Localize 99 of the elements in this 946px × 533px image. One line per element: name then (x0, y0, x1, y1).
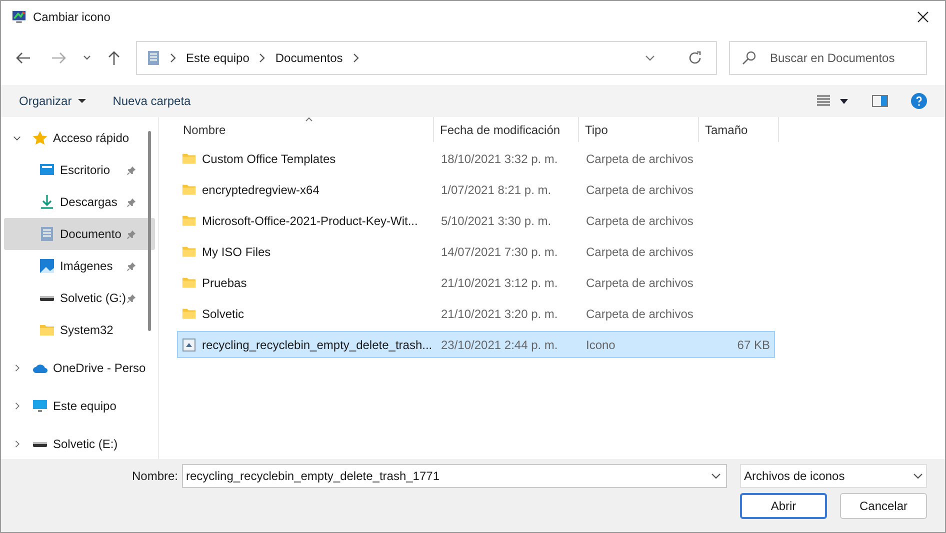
column-header[interactable]: Tipo (579, 117, 699, 142)
date-modified: 5/10/2021 3:30 p. m. (441, 214, 552, 228)
file-row[interactable]: recycling_recyclebin_empty_delete_trash... 23/10/2021 2:44 p. m. Icono 67 KB (177, 331, 775, 358)
file-type: Carpeta de archivos (586, 276, 694, 290)
search-field[interactable]: Buscar en Documentos (729, 41, 927, 75)
date-modified: 1/07/2021 8:21 p. m. (441, 182, 552, 196)
refresh-icon[interactable] (688, 51, 702, 65)
folder-icon (181, 151, 197, 166)
nav-item[interactable]: Documento (4, 218, 155, 250)
organize-button[interactable]: Organizar (19, 92, 86, 110)
file-type-dropdown[interactable]: Archivos de iconos (740, 464, 927, 488)
nav-label: Solvetic (E:) (53, 436, 118, 453)
up-arrow-icon[interactable] (107, 50, 121, 66)
folder-icon (181, 306, 197, 321)
nav-item[interactable]: Acceso rápido (4, 122, 155, 154)
document-icon (39, 226, 55, 242)
file-type: Carpeta de archivos (586, 244, 694, 258)
preview-pane-icon[interactable] (872, 95, 888, 107)
nav-item[interactable]: Solvetic (E:) (4, 428, 155, 459)
file-row[interactable]: Custom Office Templates 18/10/2021 3:32 p. m. Carpeta de archivos (177, 145, 775, 172)
nav-label: System32 (60, 322, 114, 339)
star-icon (32, 130, 48, 146)
file-name: Custom Office Templates (202, 150, 336, 168)
nav-label: Documento (60, 226, 122, 243)
chevron-right-icon (169, 53, 177, 63)
file-name: encryptedregview-x64 (202, 182, 320, 198)
monitor-icon (32, 398, 48, 414)
file-name: recycling_recyclebin_empty_delete_trash... (202, 336, 432, 354)
nav-item[interactable]: Este equipo (4, 390, 155, 422)
scrollbar-thumb[interactable] (148, 131, 151, 331)
nav-item[interactable]: System32 (4, 314, 155, 346)
folder-icon (39, 322, 55, 338)
file-row[interactable]: My ISO Files 14/07/2021 7:30 p. m. Carpeta de archivos (177, 238, 775, 265)
file-row[interactable]: Solvetic 21/10/2021 3:20 p. m. Carpeta de archivos (177, 300, 775, 327)
file-name: My ISO Files (202, 244, 271, 260)
file-name: Microsoft-Office-2021-Product-Key-Wit... (202, 212, 418, 230)
list-view-icon[interactable] (817, 95, 830, 107)
breadcrumb-item[interactable]: Este equipo (186, 49, 250, 67)
file-row[interactable]: Pruebas 21/10/2021 3:12 p. m. Carpeta de archivos (177, 269, 775, 296)
chevron-right-icon (258, 53, 266, 63)
nav-item[interactable]: OneDrive - Perso (4, 352, 155, 384)
file-type: Carpeta de archivos (586, 182, 694, 196)
folder-icon (181, 213, 197, 228)
date-modified: 21/10/2021 3:12 p. m. (441, 276, 558, 290)
chevron-down-icon[interactable] (711, 473, 722, 479)
date-modified: 14/07/2021 7:30 p. m. (441, 244, 558, 258)
date-modified: 18/10/2021 3:32 p. m. (441, 152, 558, 166)
file-row[interactable]: encryptedregview-x64 1/07/2021 8:21 p. m. Carpeta de archivos (177, 176, 775, 203)
screen-icon (39, 162, 55, 178)
file-name: Solvetic (202, 306, 244, 322)
breadcrumb-item[interactable]: Documentos (275, 49, 343, 67)
window-title: Cambiar icono (33, 9, 110, 26)
monitor-icon (11, 10, 27, 24)
column-header[interactable]: Fecha de modificación (434, 117, 579, 142)
date-modified: 23/10/2021 2:44 p. m. (441, 338, 558, 352)
date-modified: 21/10/2021 3:20 p. m. (441, 306, 558, 320)
nav-item[interactable]: Imágenes (4, 250, 155, 282)
file-name-field[interactable]: recycling_recyclebin_empty_delete_trash_1771 (182, 464, 728, 488)
nav-item[interactable]: Solvetic (G:) (4, 282, 155, 314)
download-icon (39, 194, 55, 210)
file-type: Carpeta de archivos (586, 214, 694, 228)
new-folder-button[interactable]: Nueva carpeta (112, 92, 191, 110)
sort-caret-icon (305, 117, 313, 122)
nav-label: OneDrive - Perso (53, 360, 146, 377)
name-label: Nombre: (132, 468, 178, 485)
cancel-button[interactable]: Cancelar (840, 493, 927, 519)
close-icon[interactable] (917, 11, 929, 23)
folder-icon (181, 244, 197, 259)
file-type: Carpeta de archivos (586, 306, 694, 320)
icon-file-icon (181, 336, 197, 352)
nav-item[interactable]: Descargas (4, 186, 155, 218)
nav-label: Escritorio (60, 162, 112, 179)
file-type: Icono (586, 338, 616, 352)
nav-label: Este equipo (53, 398, 116, 415)
nav-label: Descargas (60, 194, 118, 211)
file-type: Carpeta de archivos (586, 152, 694, 166)
search-icon (742, 51, 756, 65)
nav-label: Acceso rápido (53, 130, 130, 147)
back-icon[interactable] (15, 51, 31, 65)
chevron-down-icon[interactable] (645, 55, 655, 61)
chevron-right-icon (352, 53, 360, 63)
document-icon (147, 50, 160, 66)
file-row[interactable]: Microsoft-Office-2021-Product-Key-Wit... 5/10/2021 3:30 p. m. Carpeta de archivos (177, 207, 775, 234)
dropdown-caret-icon[interactable] (840, 98, 848, 104)
nav-item[interactable]: Escritorio (4, 154, 155, 186)
folder-icon (181, 275, 197, 290)
folder-icon (181, 182, 197, 197)
help-icon[interactable] (911, 93, 927, 109)
image-icon (39, 258, 55, 274)
nav-label: Imágenes (60, 258, 114, 275)
nav-label: Solvetic (G:) (60, 290, 124, 307)
column-header[interactable]: Nombre (177, 117, 434, 142)
file-name: Pruebas (202, 274, 247, 292)
address-bar[interactable]: Este equipo Documentos (136, 41, 717, 75)
column-header[interactable]: Tamaño (699, 117, 779, 142)
open-button[interactable]: Abrir (740, 493, 827, 519)
file-size: 67 KB (737, 336, 770, 354)
file-type-value: Archivos de iconos (744, 468, 846, 485)
chevron-down-icon (913, 473, 923, 479)
